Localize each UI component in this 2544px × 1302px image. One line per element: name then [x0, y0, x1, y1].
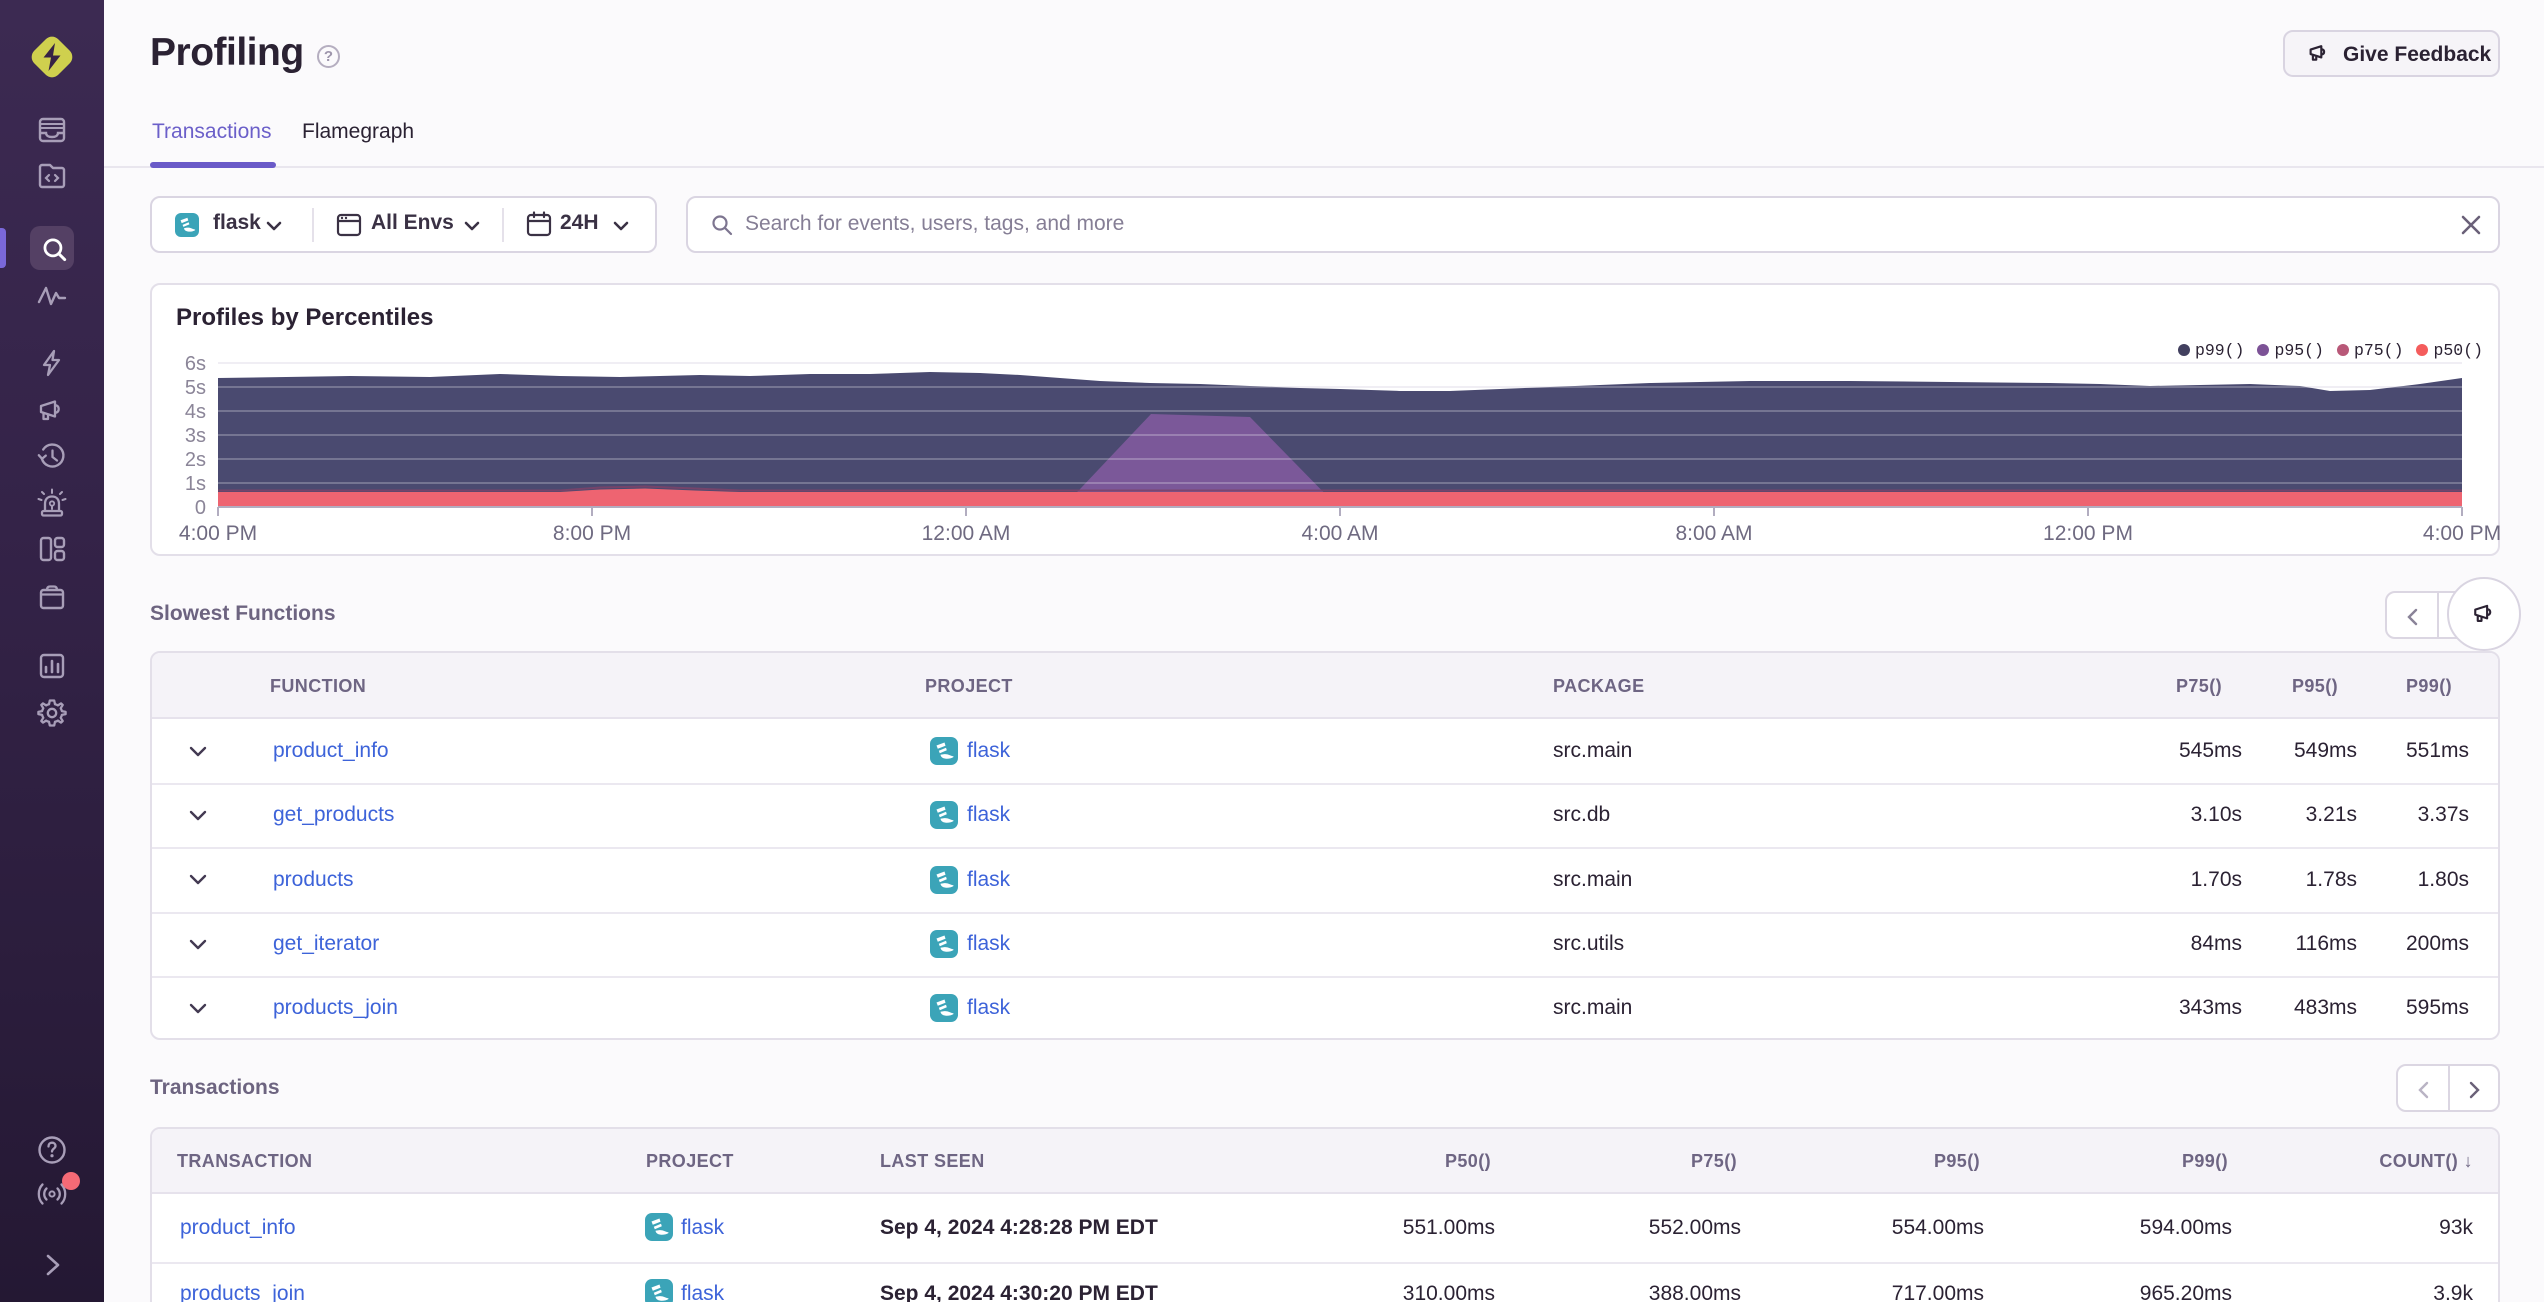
svg-text:12:00 PM: 12:00 PM [2043, 522, 2133, 545]
svg-text:3s: 3s [185, 425, 206, 447]
svg-text:8:00 PM: 8:00 PM [553, 522, 631, 545]
svg-text:8:00 AM: 8:00 AM [1675, 522, 1752, 545]
svg-text:6s: 6s [185, 353, 206, 375]
svg-text:5s: 5s [185, 377, 206, 399]
svg-text:4s: 4s [185, 401, 206, 423]
svg-text:1s: 1s [185, 473, 206, 495]
svg-text:12:00 AM: 12:00 AM [922, 522, 1011, 545]
svg-text:4:00 PM: 4:00 PM [179, 522, 257, 545]
svg-text:0: 0 [195, 497, 206, 519]
svg-text:4:00 AM: 4:00 AM [1301, 522, 1378, 545]
svg-text:4:00 PM: 4:00 PM [2423, 522, 2500, 545]
svg-text:2s: 2s [185, 449, 206, 471]
